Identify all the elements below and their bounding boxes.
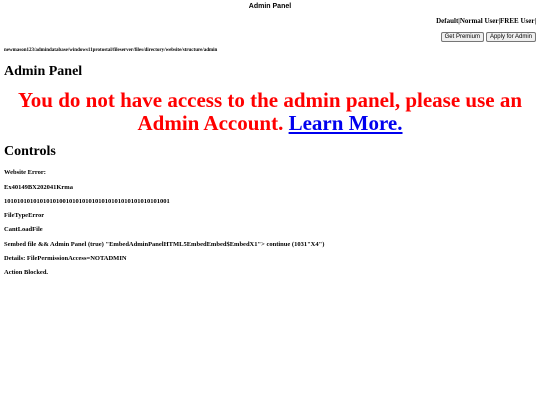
control-line: Sembed file && Admin Panel (true) "Embed… (4, 241, 325, 248)
window-title: Admin Panel (248, 3, 292, 10)
directory-path: newmason123/admindatabase/windows11proto… (4, 48, 218, 53)
apply-for-admin-button[interactable]: Apply for Admin (485, 32, 536, 42)
account-types: Default|Normal User|FREE User| (436, 17, 536, 25)
control-line: Details: FilePermissionAccess=NOTADMIN (4, 255, 127, 262)
control-line: FileTypeError (4, 212, 45, 219)
learn-more-link[interactable]: Learn More. (289, 111, 403, 135)
control-line: Ex40149BX202041Krma (4, 184, 73, 191)
control-line: Website Error: (4, 169, 46, 176)
control-line: 1010101010101010100101010101010101010101… (4, 198, 170, 205)
get-premium-button[interactable]: Get Premium (440, 32, 484, 42)
account-button-row: Get Premium Apply for Admin (440, 32, 536, 42)
controls-heading: Controls (4, 144, 56, 159)
access-denied-message: You do not have access to the admin pane… (0, 89, 540, 135)
access-denied-text: You do not have access to the admin pane… (17, 88, 523, 135)
control-line: CantLoadFile (4, 226, 43, 233)
control-line: Action Blocked. (4, 269, 49, 276)
admin-panel-heading: Admin Panel (4, 64, 83, 79)
